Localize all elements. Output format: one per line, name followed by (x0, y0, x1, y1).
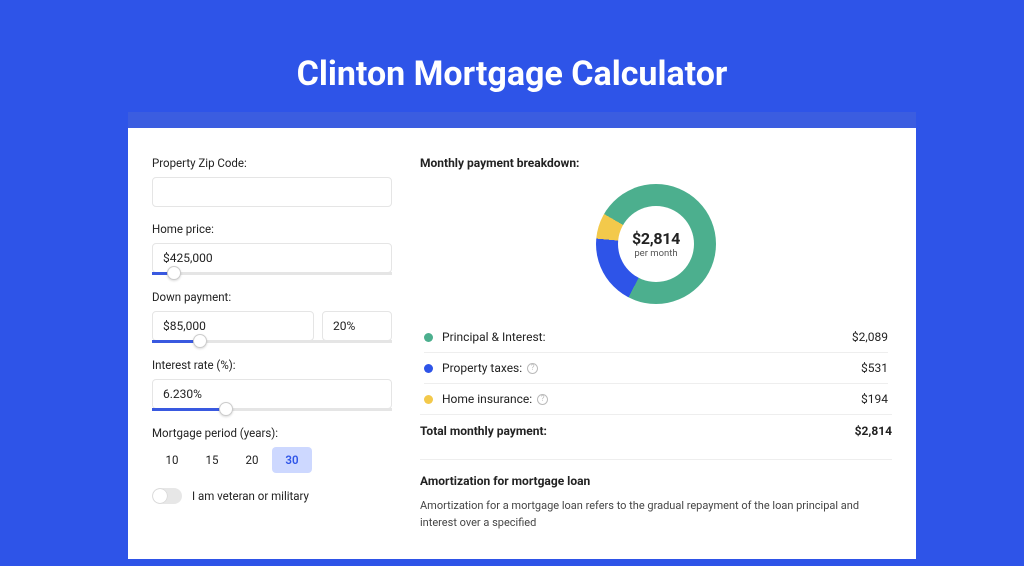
donut-value: $2,814 (632, 229, 680, 248)
legend-value: $531 (861, 361, 888, 375)
legend-label: Principal & Interest: (442, 330, 852, 344)
home-price-slider-thumb[interactable] (167, 266, 181, 280)
total-value: $2,814 (855, 424, 892, 438)
donut-chart: $2,814 per month (596, 184, 716, 304)
zip-input[interactable] (152, 177, 392, 207)
down-payment-slider[interactable] (152, 340, 392, 343)
info-icon[interactable]: ? (527, 363, 538, 374)
info-icon[interactable]: ? (537, 394, 548, 405)
legend-label: Home insurance:? (442, 392, 861, 406)
down-payment-input[interactable] (152, 311, 314, 341)
page-title: Clinton Mortgage Calculator (0, 54, 1024, 94)
period-option-15[interactable]: 15 (192, 447, 232, 473)
period-label: Mortgage period (years): (152, 426, 392, 440)
home-price-input[interactable] (152, 243, 392, 273)
down-payment-pct-input[interactable] (322, 311, 392, 341)
down-payment-label: Down payment: (152, 290, 392, 304)
down-payment-row: Down payment: (152, 290, 392, 343)
period-row: Mortgage period (years): 10152030 (152, 426, 392, 473)
down-payment-slider-thumb[interactable] (193, 334, 207, 348)
period-option-10[interactable]: 10 (152, 447, 192, 473)
donut-wrap: $2,814 per month (420, 184, 892, 304)
legend-row: Property taxes:?$531 (424, 352, 888, 383)
breakdown-title: Monthly payment breakdown: (420, 156, 892, 170)
legend-label: Property taxes:? (442, 361, 861, 375)
legend-row: Principal & Interest: $2,089 (424, 322, 888, 352)
amortization-section: Amortization for mortgage loan Amortizat… (420, 459, 892, 531)
interest-slider-thumb[interactable] (219, 402, 233, 416)
legend-dot-icon (424, 333, 433, 342)
right-column: Monthly payment breakdown: $2,814 per mo… (420, 156, 892, 531)
total-label: Total monthly payment: (420, 424, 855, 438)
legend-label-text: Home insurance: (442, 392, 532, 406)
veteran-row: I am veteran or military (152, 488, 392, 504)
legend-value: $2,089 (852, 330, 888, 344)
interest-row: Interest rate (%): (152, 358, 392, 411)
legend: Principal & Interest: $2,089 Property taxe… (424, 322, 888, 414)
total-row: Total monthly payment: $2,814 (420, 414, 892, 447)
period-options: 10152030 (152, 447, 392, 473)
legend-label-text: Principal & Interest: (442, 330, 546, 344)
period-option-30[interactable]: 30 (272, 447, 312, 473)
donut-sublabel: per month (634, 248, 677, 259)
veteran-label: I am veteran or military (192, 489, 309, 503)
period-option-20[interactable]: 20 (232, 447, 272, 473)
donut-center: $2,814 per month (618, 206, 694, 282)
interest-input[interactable] (152, 379, 392, 409)
zip-label: Property Zip Code: (152, 156, 392, 170)
calculator-card: Property Zip Code: Home price: Down paym… (128, 128, 916, 559)
legend-dot-icon (424, 364, 433, 373)
card-top-accent (128, 112, 916, 128)
home-price-slider[interactable] (152, 272, 392, 275)
amortization-body: Amortization for a mortgage loan refers … (420, 498, 892, 531)
legend-row: Home insurance:?$194 (424, 383, 888, 414)
legend-dot-icon (424, 395, 433, 404)
legend-value: $194 (861, 392, 888, 406)
veteran-toggle[interactable] (152, 488, 182, 504)
home-price-label: Home price: (152, 222, 392, 236)
home-price-row: Home price: (152, 222, 392, 275)
left-column: Property Zip Code: Home price: Down paym… (152, 156, 392, 531)
zip-row: Property Zip Code: (152, 156, 392, 207)
interest-label: Interest rate (%): (152, 358, 392, 372)
interest-slider[interactable] (152, 408, 392, 411)
legend-label-text: Property taxes: (442, 361, 522, 375)
amortization-title: Amortization for mortgage loan (420, 474, 892, 488)
